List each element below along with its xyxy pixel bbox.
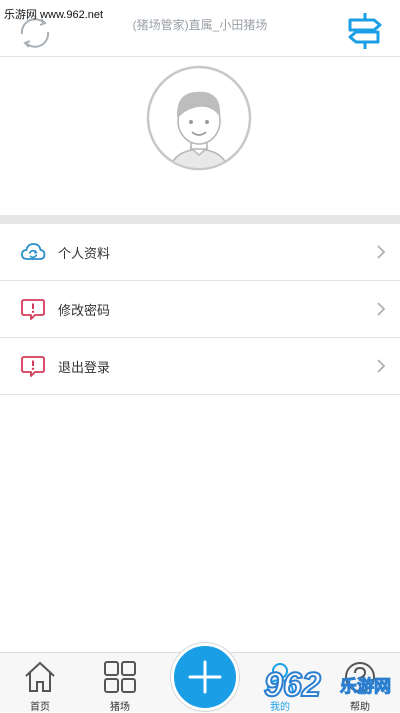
- nav-farm[interactable]: 猪场: [80, 653, 160, 713]
- chevron-right-icon: [377, 302, 386, 316]
- site-logo: 962 乐游网: [263, 665, 392, 705]
- alert-bubble-icon: [21, 356, 45, 377]
- logo-site-text: 乐游网: [340, 676, 391, 697]
- menu-item-logout[interactable]: 退出登录: [0, 338, 400, 395]
- grid-icon: [104, 661, 136, 693]
- menu-item-change-password[interactable]: 修改密码: [0, 281, 400, 338]
- add-button[interactable]: [171, 643, 239, 711]
- chevron-right-icon: [377, 359, 386, 373]
- page-title: (猪场管家)直属_小田猪场: [132, 18, 268, 32]
- profile-section: [0, 57, 400, 215]
- menu-item-profile[interactable]: 个人资料: [0, 224, 400, 281]
- app-header: 乐游网 www.962.net (猪场管家)直属_小田猪场: [0, 0, 400, 57]
- alert-bubble-icon: [21, 299, 45, 320]
- menu-item-label: 退出登录: [58, 360, 111, 375]
- home-icon: [25, 661, 55, 692]
- logo-brand-text: 962: [264, 666, 321, 704]
- avatar[interactable]: [146, 65, 252, 171]
- settings-menu: 个人资料 修改密码 退出登录: [0, 224, 400, 395]
- menu-item-label: 修改密码: [58, 303, 111, 318]
- menu-item-label: 个人资料: [58, 246, 111, 261]
- plus-icon: [188, 660, 222, 694]
- section-divider: [0, 215, 400, 224]
- chevron-right-icon: [377, 245, 386, 259]
- cloud-sync-icon: [21, 243, 46, 260]
- nav-home[interactable]: 首页: [0, 653, 80, 713]
- signpost-icon[interactable]: [344, 10, 386, 50]
